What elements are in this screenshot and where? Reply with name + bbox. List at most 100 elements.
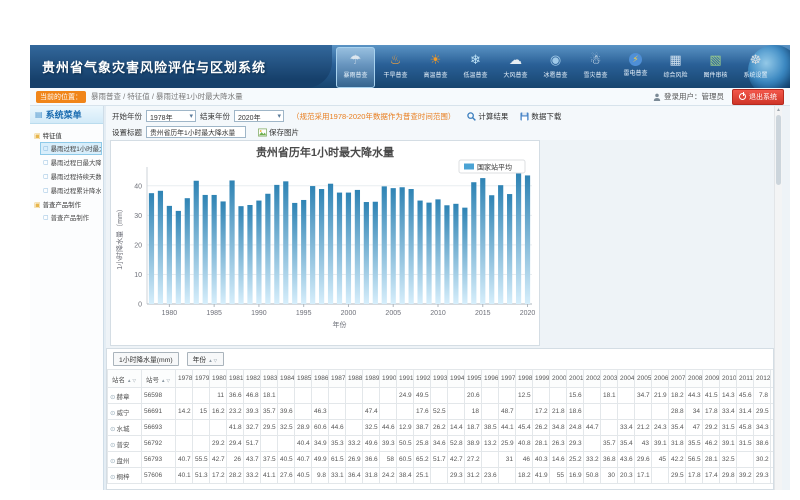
nav-item-4[interactable]: ❄低温普查 (456, 47, 495, 88)
nav-item-2[interactable]: ♨干旱普查 (376, 47, 415, 88)
rainfall-bar[interactable] (489, 195, 494, 304)
rainfall-bar[interactable] (265, 194, 270, 304)
rainfall-bar[interactable] (238, 206, 243, 304)
rainfall-bar[interactable] (247, 205, 252, 304)
value-field-chip[interactable]: 1小时降水量(mm) (113, 352, 179, 366)
nav-item-3[interactable]: ☀高温普查 (416, 47, 455, 88)
rainfall-bar[interactable] (391, 188, 396, 304)
rainfall-bar[interactable] (426, 203, 431, 304)
rainfall-bar[interactable] (435, 199, 440, 304)
legend-swatch (464, 164, 474, 170)
nav-item-11[interactable]: ☸系统设置 (736, 47, 775, 88)
expand-icon[interactable]: ⊙ (110, 410, 115, 417)
sidebar-item-1-2[interactable]: ▢暴雨过程日最大降水量 (40, 156, 102, 169)
sidebar-item-1-4[interactable]: ▢暴雨过程累计降水量 (40, 184, 102, 197)
nav-item-6[interactable]: ◉冰雹普查 (536, 47, 575, 88)
nav-item-1[interactable]: ☂暴雨普查 (336, 47, 375, 88)
value-cell: 31.5 (737, 436, 754, 452)
sidebar-group-2[interactable]: ▣普查产品制作 (34, 200, 102, 209)
rainfall-bar[interactable] (203, 195, 208, 304)
rainfall-bar[interactable] (283, 181, 288, 304)
rainfall-bar[interactable] (176, 211, 181, 304)
column-field-chip[interactable]: 年份▲▽ (187, 352, 225, 366)
rainfall-bar[interactable] (525, 175, 530, 304)
rainfall-bar[interactable] (409, 189, 414, 304)
expand-icon[interactable]: ⊙ (110, 442, 115, 449)
expand-icon[interactable]: ⊙ (110, 394, 115, 401)
chart-panel: 贵州省历年1小时最大降水量010203040198019851990199520… (110, 140, 540, 346)
sidebar-item-1-3[interactable]: ▢暴雨过程持续天数 (40, 170, 102, 183)
rainfall-bar[interactable] (292, 203, 297, 304)
end-year-select[interactable]: 2020年 (234, 110, 284, 122)
nav-item-10[interactable]: ▧图件审核 (696, 47, 735, 88)
sidebar-item-1-1[interactable]: ▢暴雨过程1小时最大降水量 (40, 142, 102, 155)
rainfall-bar[interactable] (373, 202, 378, 304)
rainfall-bar[interactable] (462, 208, 467, 304)
sidebar-group-1[interactable]: ▣特征值 (34, 131, 102, 140)
rainfall-bar[interactable] (516, 173, 521, 304)
legend[interactable]: 国家站平均 (459, 160, 525, 173)
year-header: 2003 (601, 370, 618, 388)
value-cell: 29.5 (261, 420, 278, 436)
rainfall-bar[interactable] (400, 187, 405, 304)
rainfall-bar[interactable] (328, 184, 333, 304)
sidebar-item-2-1[interactable]: ▢普查产品制作 (40, 211, 102, 224)
data-download-button[interactable]: 数据下载 (520, 111, 561, 122)
rainfall-bar[interactable] (417, 201, 422, 304)
rainfall-bar[interactable] (337, 193, 342, 304)
sort-icons[interactable]: ▲▽ (208, 358, 218, 363)
year-header: 1992 (414, 370, 431, 388)
rainfall-bar[interactable] (480, 178, 485, 304)
expand-icon[interactable]: ⊙ (110, 474, 115, 481)
nav-item-7[interactable]: ☃雪灾普查 (576, 47, 615, 88)
station-name-header[interactable]: 站名▲▽ (108, 370, 142, 388)
rainfall-bar[interactable] (355, 190, 360, 304)
save-image-button[interactable]: 保存图片 (258, 127, 299, 138)
rainfall-bar[interactable] (256, 201, 261, 304)
rainfall-bar[interactable] (212, 195, 217, 304)
nav-item-9[interactable]: ▦综合风险 (656, 47, 695, 88)
rainfall-bar[interactable] (229, 180, 234, 304)
logout-button[interactable]: 退出系统 (732, 89, 784, 105)
expand-icon[interactable]: ⊙ (110, 458, 115, 465)
start-year-select[interactable]: 1978年 (146, 110, 196, 122)
station-id: 56792 (142, 436, 176, 452)
value-cell: 21.8 (550, 404, 567, 420)
rainfall-bar[interactable] (274, 185, 279, 304)
value-cell: 45 (652, 452, 669, 468)
year-header: 1979 (193, 370, 210, 388)
rainfall-bar[interactable] (444, 205, 449, 304)
sidebar-tree: ▣特征值 ▢暴雨过程1小时最大降水量▢暴雨过程日最大降水量▢暴雨过程持续天数▢暴雨… (30, 124, 103, 224)
station-id-header[interactable]: 站号▲▽ (142, 370, 176, 388)
scroll-up-arrow[interactable]: ▲ (775, 106, 782, 114)
rainfall-bar[interactable] (194, 181, 199, 304)
rainfall-bar[interactable] (319, 189, 324, 304)
scrollbar-thumb[interactable] (776, 115, 781, 185)
nav-item-5[interactable]: ☁大风普查 (496, 47, 535, 88)
rainfall-bar[interactable] (301, 200, 306, 304)
grid-scroll-area[interactable]: 站名▲▽站号▲▽19781979198019811982198319841985… (107, 369, 773, 489)
value-cell: 25.1 (414, 468, 431, 484)
rainfall-bar[interactable] (158, 191, 163, 304)
rainfall-bar[interactable] (498, 185, 503, 304)
rainfall-bar[interactable] (364, 202, 369, 304)
value-cell (329, 404, 346, 420)
calculate-button[interactable]: 计算结果 (467, 111, 508, 122)
rainfall-bar[interactable] (346, 193, 351, 304)
nav-item-8[interactable]: ⚡雷电普查 (616, 47, 655, 88)
value-cell (618, 404, 635, 420)
expand-icon[interactable]: ⊙ (110, 426, 115, 433)
year-header: 2009 (703, 370, 720, 388)
vertical-scrollbar[interactable]: ▲ (774, 106, 782, 490)
year-header: 1982 (244, 370, 261, 388)
rainfall-bar[interactable] (221, 201, 226, 304)
rainfall-bar[interactable] (167, 206, 172, 304)
rainfall-bar[interactable] (471, 182, 476, 304)
rainfall-bar[interactable] (453, 204, 458, 304)
rainfall-bar[interactable] (185, 198, 190, 304)
rainfall-bar[interactable] (507, 194, 512, 304)
rainfall-bar[interactable] (382, 186, 387, 304)
rainfall-bar[interactable] (310, 186, 315, 304)
rainfall-bar[interactable] (149, 193, 154, 304)
chart-title-input[interactable] (146, 126, 246, 138)
